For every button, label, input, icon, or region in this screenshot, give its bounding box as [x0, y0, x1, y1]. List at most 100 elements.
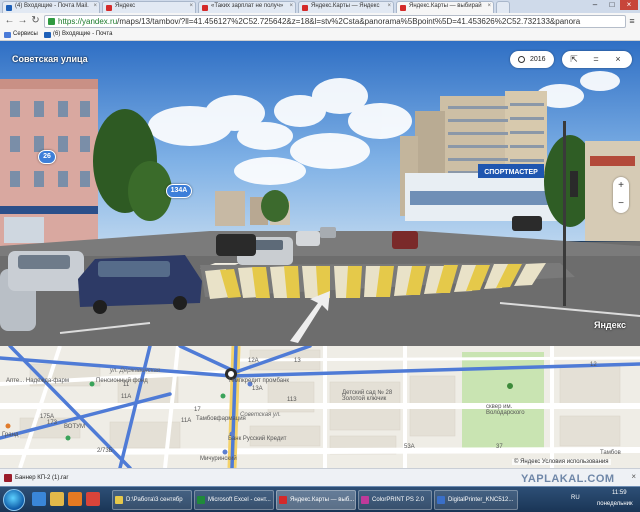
- tab-mail[interactable]: (4) Входящие - Почта Mail. ×: [2, 1, 100, 13]
- lock-icon: [48, 18, 55, 25]
- taskbar-item[interactable]: DigitalPrinter_KNC512...: [434, 490, 518, 510]
- bookmark-label: Сервисы: [13, 31, 38, 37]
- taskbar-item[interactable]: ColorPRINT PS 2.0: [358, 490, 432, 510]
- back-icon[interactable]: ←: [3, 15, 16, 28]
- map-label: Апте... Надежда-фарм: [6, 378, 69, 384]
- media-icon[interactable]: [68, 492, 82, 506]
- tab-article[interactable]: «Таких зарплат не получ» ×: [198, 1, 296, 13]
- taskbar-item[interactable]: Яндекс.Карты — выб...: [276, 490, 356, 510]
- clock-icon: [518, 56, 525, 63]
- close-icon[interactable]: ×: [289, 3, 293, 9]
- menu-icon[interactable]: ≡: [627, 16, 637, 26]
- map-label: Гранд: [2, 432, 19, 438]
- download-item[interactable]: Баннер КП-2 (1).rar: [3, 472, 113, 484]
- zoom-control: + −: [613, 177, 629, 213]
- close-icon[interactable]: ×: [631, 472, 636, 481]
- chrome-icon[interactable]: [86, 492, 100, 506]
- yandex-icon: [106, 5, 112, 11]
- map-label: 11А: [121, 394, 132, 400]
- taskbar-label: DigitalPrinter_KNC512...: [448, 497, 514, 503]
- close-icon[interactable]: ×: [608, 51, 628, 68]
- taskbar-label: D:\Работа\3 сентябр: [126, 497, 183, 503]
- close-icon[interactable]: ×: [487, 3, 491, 9]
- map-label: 2/73Б: [97, 448, 113, 454]
- reload-icon[interactable]: ↻: [29, 15, 42, 28]
- url-path: /maps/13/tambov/?ll=41.456127%2C52.72564…: [117, 17, 581, 26]
- street-label: Советская ул.: [240, 412, 281, 418]
- close-icon[interactable]: ×: [387, 3, 391, 9]
- mail-icon: [44, 32, 51, 38]
- share-icon[interactable]: ⇱: [564, 51, 584, 68]
- close-icon[interactable]: ×: [189, 3, 193, 9]
- zoom-in-icon[interactable]: +: [613, 177, 629, 195]
- map-label: ВОТУМ: [64, 424, 85, 430]
- year-selector[interactable]: 2016: [510, 51, 554, 68]
- print-icon: [361, 496, 369, 504]
- map-label: Мичуринский: [200, 456, 237, 462]
- address-bar: ← → ↻ https://yandex.ru/maps/13/tambov/?…: [0, 13, 640, 30]
- folder-icon[interactable]: [50, 492, 64, 506]
- map-label: 11А: [181, 418, 192, 424]
- watermark: YAPLAKAL.COM: [521, 473, 615, 485]
- map-label: 12: [590, 362, 597, 368]
- url-host: https://yandex.ru: [58, 17, 118, 26]
- taskbar-item[interactable]: D:\Работа\3 сентябр: [112, 490, 192, 510]
- folder-icon: [115, 496, 123, 504]
- bookmark-services[interactable]: Сервисы: [4, 31, 38, 38]
- bookmarks-bar: Сервисы (6) Входящие - Почта: [0, 30, 640, 41]
- start-button[interactable]: [3, 489, 25, 511]
- download-filename: Баннер КП-2 (1).rar: [15, 475, 69, 481]
- tab-yandex[interactable]: Яндекс ×: [102, 1, 196, 13]
- map-label: Темпкредит промбанк: [228, 378, 290, 384]
- map-label: Пенсионный фонд: [96, 378, 148, 384]
- taskbar-label: ColorPRINT PS 2.0: [372, 497, 424, 503]
- map-label: Банк Русский Кредит: [228, 436, 287, 442]
- close-window-icon[interactable]: ×: [620, 0, 638, 10]
- clock-day: понедельник: [597, 501, 633, 507]
- yandex-icon: [202, 5, 208, 11]
- clock-time[interactable]: 11:59: [612, 490, 627, 496]
- maximize-icon[interactable]: □: [603, 0, 621, 10]
- house-number-marker[interactable]: 134А: [166, 184, 192, 198]
- tab-maps-active[interactable]: Яндекс.Карты — выбирай ×: [396, 1, 494, 13]
- bookmark-mail[interactable]: (6) Входящие - Почта: [44, 31, 113, 38]
- ie-icon[interactable]: [32, 492, 46, 506]
- year-label: 2016: [530, 56, 546, 63]
- url-input[interactable]: https://yandex.ru/maps/13/tambov/?ll=41.…: [44, 15, 626, 28]
- map-label: сквер им. Володарского: [486, 404, 525, 416]
- map-label: 113: [287, 397, 297, 403]
- map-label: 13А: [252, 386, 263, 392]
- tab-label: Яндекс: [115, 3, 136, 9]
- options-icon[interactable]: =: [586, 51, 606, 68]
- forward-icon[interactable]: →: [16, 15, 29, 28]
- map-label: 53А: [404, 444, 415, 450]
- bookmark-label: (6) Входящие - Почта: [53, 31, 113, 37]
- language-indicator[interactable]: RU: [571, 495, 580, 501]
- map-label: Тамбовфармация: [196, 416, 246, 422]
- street-title: Советская улица: [12, 54, 88, 64]
- map-label: 173: [47, 420, 58, 426]
- map-canvas: [0, 346, 640, 468]
- excel-icon: [197, 496, 205, 504]
- mail-icon: [6, 5, 12, 11]
- taskbar-label: Яндекс.Карты — выб...: [290, 497, 355, 503]
- tab-label: «Таких зарплат не получ»: [211, 3, 284, 9]
- zoom-out-icon[interactable]: −: [613, 195, 629, 213]
- map-view[interactable]: 12А 13 13А 113 11 11А 11А 17 173 175А 2/…: [0, 346, 640, 468]
- archive-icon: [4, 474, 12, 482]
- panorama-image: СПОРТМАСТЕР: [0, 41, 640, 346]
- map-label: Детский сад № 28 Золотой ключик: [342, 390, 393, 402]
- street-panorama[interactable]: СПОРТМАСТЕР Советская улица 2016 ⇱ = × +…: [0, 41, 640, 346]
- house-number-marker[interactable]: 26: [38, 150, 56, 164]
- tab-label: (4) Входящие - Почта Mail.: [15, 3, 89, 9]
- minimize-icon[interactable]: –: [586, 0, 604, 10]
- tab-label: Яндекс.Карты — выбирай: [409, 3, 482, 9]
- yandex-logo: Яндекс: [594, 320, 627, 330]
- close-icon[interactable]: ×: [93, 3, 97, 9]
- map-copyright[interactable]: © Яндекс Условия использования: [512, 459, 611, 465]
- taskbar-item[interactable]: Microsoft Excel - сент...: [194, 490, 274, 510]
- map-label: 13: [294, 358, 301, 364]
- tab-maps[interactable]: Яндекс.Карты — Яндекс ×: [298, 1, 394, 13]
- chrome-icon: [279, 496, 287, 504]
- new-tab-button[interactable]: [496, 1, 510, 13]
